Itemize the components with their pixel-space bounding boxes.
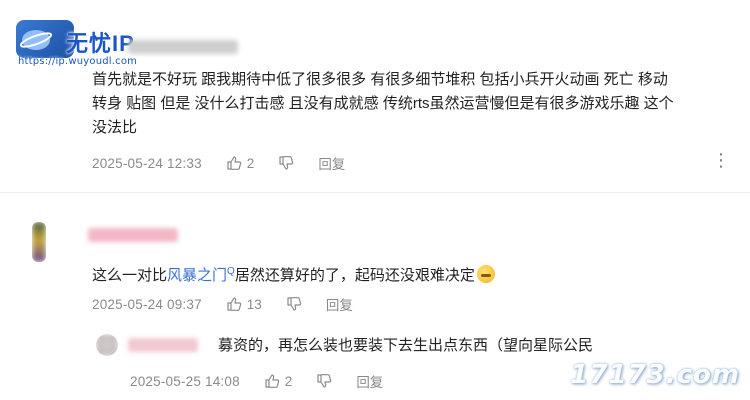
comment-3-timestamp: 2025-05-25 14:08 xyxy=(130,373,240,389)
reply-button[interactable]: 回复 xyxy=(326,294,353,314)
like-count: 2 xyxy=(284,373,293,389)
comment-2-timestamp: 2025-05-24 09:37 xyxy=(92,296,202,312)
comment-3-meta: 2025-05-25 14:08 2 回复 xyxy=(130,371,383,391)
thumbs-down-icon xyxy=(317,374,332,388)
dislike-button[interactable] xyxy=(316,373,332,389)
thumbs-up-icon xyxy=(265,374,280,388)
reply-button[interactable]: 回复 xyxy=(356,371,383,391)
username-1[interactable] xyxy=(128,40,238,54)
topic-link[interactable]: 风暴之门 xyxy=(167,267,227,284)
watermark-corner: 17173.com xyxy=(570,360,740,390)
thumbs-up-icon xyxy=(227,156,242,170)
comment-2-text-before: 这么一对比 xyxy=(92,267,168,284)
username-2[interactable] xyxy=(88,228,178,242)
comment-2-text: 这么一对比风暴之门Q居然还算好的了，起码还没艰难决定 xyxy=(92,260,742,288)
thumbs-down-icon xyxy=(287,297,302,311)
username-3[interactable] xyxy=(128,338,198,352)
comment-1-text: 首先就是不好玩 跟我期待中低了很多很多 有很多细节堆积 包括小兵开火动画 死亡 … xyxy=(92,68,742,140)
avatar[interactable] xyxy=(96,334,118,356)
divider xyxy=(0,192,750,193)
comment-2-text-after: 居然还算好的了，起码还没艰难决定 xyxy=(234,267,475,284)
like-button[interactable]: 13 xyxy=(226,296,262,312)
more-options-icon[interactable]: ⋮ xyxy=(712,150,731,171)
watermark-brand: 无忧IP xyxy=(66,31,135,56)
search-icon[interactable]: Q xyxy=(227,266,235,277)
thumbs-down-icon xyxy=(279,156,294,170)
like-button[interactable]: 2 xyxy=(226,155,255,171)
comment-1-meta: 2025-05-24 12:33 2 回复 xyxy=(92,153,345,173)
comment-2-meta: 2025-05-24 09:37 13 回复 xyxy=(92,294,353,314)
watermark-url: https://ip.wuyoudl.com xyxy=(18,56,138,67)
comment-1-line: 首先就是不好玩 跟我期待中低了很多很多 有很多细节堆积 包括小兵开火动画 死亡 … xyxy=(92,71,668,88)
dislike-button[interactable] xyxy=(286,296,302,312)
like-button[interactable]: 2 xyxy=(264,373,293,389)
comment-1-line: 没法比 xyxy=(92,119,138,136)
like-count: 2 xyxy=(246,155,255,171)
comment-1-line: 转身 贴图 但是 没什么打击感 且没有成就感 传统rts虽然运营慢但是有很多游戏… xyxy=(92,95,674,112)
comment-1-timestamp: 2025-05-24 12:33 xyxy=(92,155,202,171)
like-count: 13 xyxy=(246,296,262,312)
emoji-icon xyxy=(476,265,495,283)
reply-button[interactable]: 回复 xyxy=(318,153,345,173)
thumbs-up-icon xyxy=(227,297,242,311)
dislike-button[interactable] xyxy=(278,155,294,171)
comment-3-text: 募资的，再怎么装也要装下去生出点东西（望向星际公民 xyxy=(218,337,594,354)
avatar[interactable] xyxy=(32,222,46,262)
